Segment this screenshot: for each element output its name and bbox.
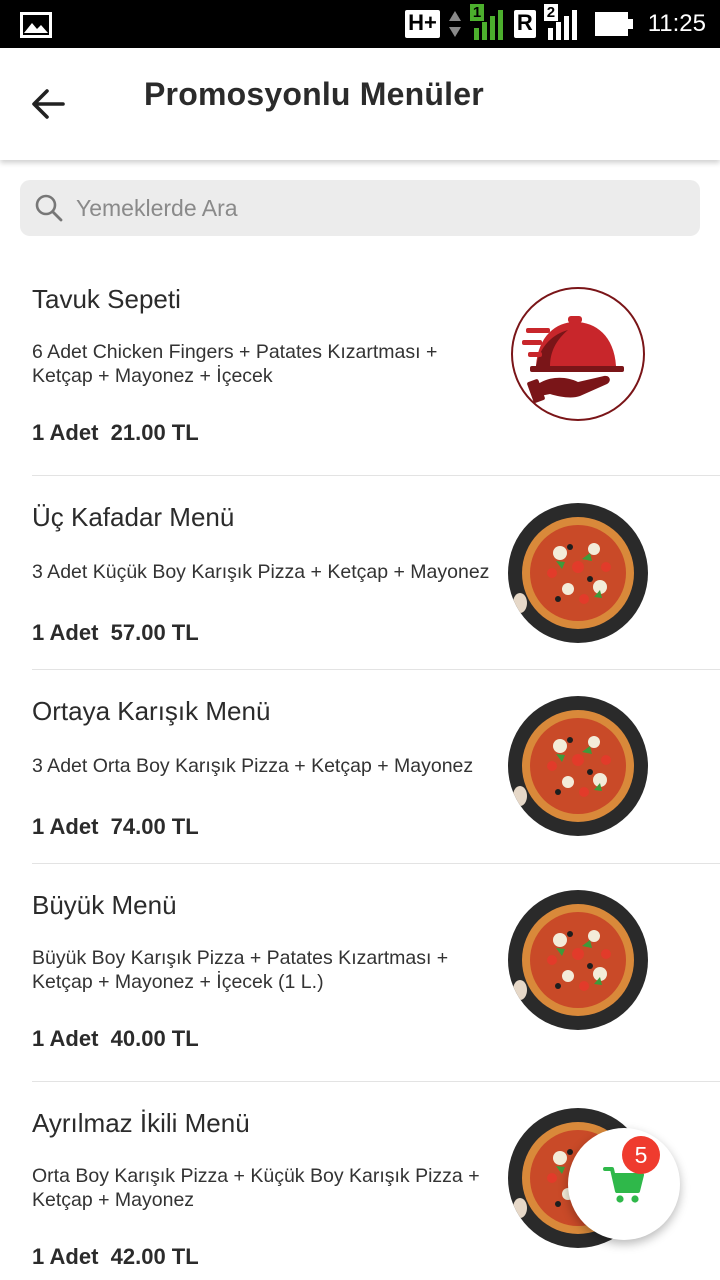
cart-button[interactable]: 5 <box>568 1128 680 1240</box>
arrow-left-icon <box>32 89 65 119</box>
status-icons: H+ 1 R 2 11:25 <box>405 0 706 48</box>
back-button[interactable] <box>22 78 74 130</box>
signal-icon <box>473 10 503 40</box>
menu-item-title: Üç Kafadar Menü <box>32 502 235 532</box>
status-bar: H+ 1 R 2 11:25 <box>0 0 720 48</box>
search-icon <box>34 193 64 223</box>
app-bar: Promosyonlu Menüler <box>0 48 720 160</box>
menu-item-uc-kafadar[interactable]: Üç Kafadar Menü 3 Adet Küçük Boy Karışık… <box>32 476 720 670</box>
menu-item-price: 1 Adet 42.00 TL <box>32 1244 199 1269</box>
menu-item-description: 3 Adet Küçük Boy Karışık Pizza + Ketçap … <box>32 561 490 583</box>
search-bar[interactable] <box>20 180 700 236</box>
menu-item-title: Ayrılmaz İkili Menü <box>32 1108 250 1138</box>
menu-item-title: Büyük Menü <box>32 890 177 920</box>
sim2-signal: 2 <box>543 4 580 42</box>
menu-list: Tavuk Sepeti 6 Adet Chicken Fingers + Pa… <box>0 262 720 1280</box>
pizza-photo <box>508 890 648 1030</box>
status-time: 11:25 <box>647 10 706 37</box>
gallery-icon <box>20 12 52 38</box>
network-arrows-icon <box>448 11 461 37</box>
signal-icon <box>547 10 577 40</box>
menu-item-description: 6 Adet Chicken Fingers + Patates Kızartm… <box>32 341 438 387</box>
menu-item-title: Ortaya Karışık Menü <box>32 696 271 726</box>
menu-item-description: Büyük Boy Karışık Pizza + Patates Kızart… <box>32 947 449 993</box>
page-title: Promosyonlu Menüler <box>144 76 484 112</box>
menu-item-description: Orta Boy Karışık Pizza + Küçük Boy Karış… <box>32 1165 480 1211</box>
battery-icon <box>594 12 633 36</box>
network-type-label: H+ <box>405 10 440 38</box>
menu-item-tavuk-sepeti[interactable]: Tavuk Sepeti 6 Adet Chicken Fingers + Pa… <box>32 262 720 476</box>
serving-hand-logo <box>508 284 648 424</box>
menu-item-buyuk-menu[interactable]: Büyük Menü Büyük Boy Karışık Pizza + Pat… <box>32 864 720 1082</box>
cart-count-badge: 5 <box>622 1136 660 1174</box>
roaming-label: R <box>513 10 536 38</box>
pizza-photo <box>508 503 648 643</box>
sim1-signal: 1 <box>469 4 506 42</box>
menu-item-ortaya-karisik[interactable]: Ortaya Karışık Menü 3 Adet Orta Boy Karı… <box>32 670 720 864</box>
menu-item-price: 1 Adet 40.00 TL <box>32 1026 199 1051</box>
menu-item-price: 1 Adet 21.00 TL <box>32 420 199 445</box>
menu-item-title: Tavuk Sepeti <box>32 284 181 314</box>
menu-item-description: 3 Adet Orta Boy Karışık Pizza + Ketçap +… <box>32 755 474 777</box>
menu-item-price: 1 Adet 74.00 TL <box>32 814 199 839</box>
pizza-photo <box>508 696 648 836</box>
search-input[interactable] <box>76 194 656 222</box>
menu-item-price: 1 Adet 57.00 TL <box>32 620 199 645</box>
